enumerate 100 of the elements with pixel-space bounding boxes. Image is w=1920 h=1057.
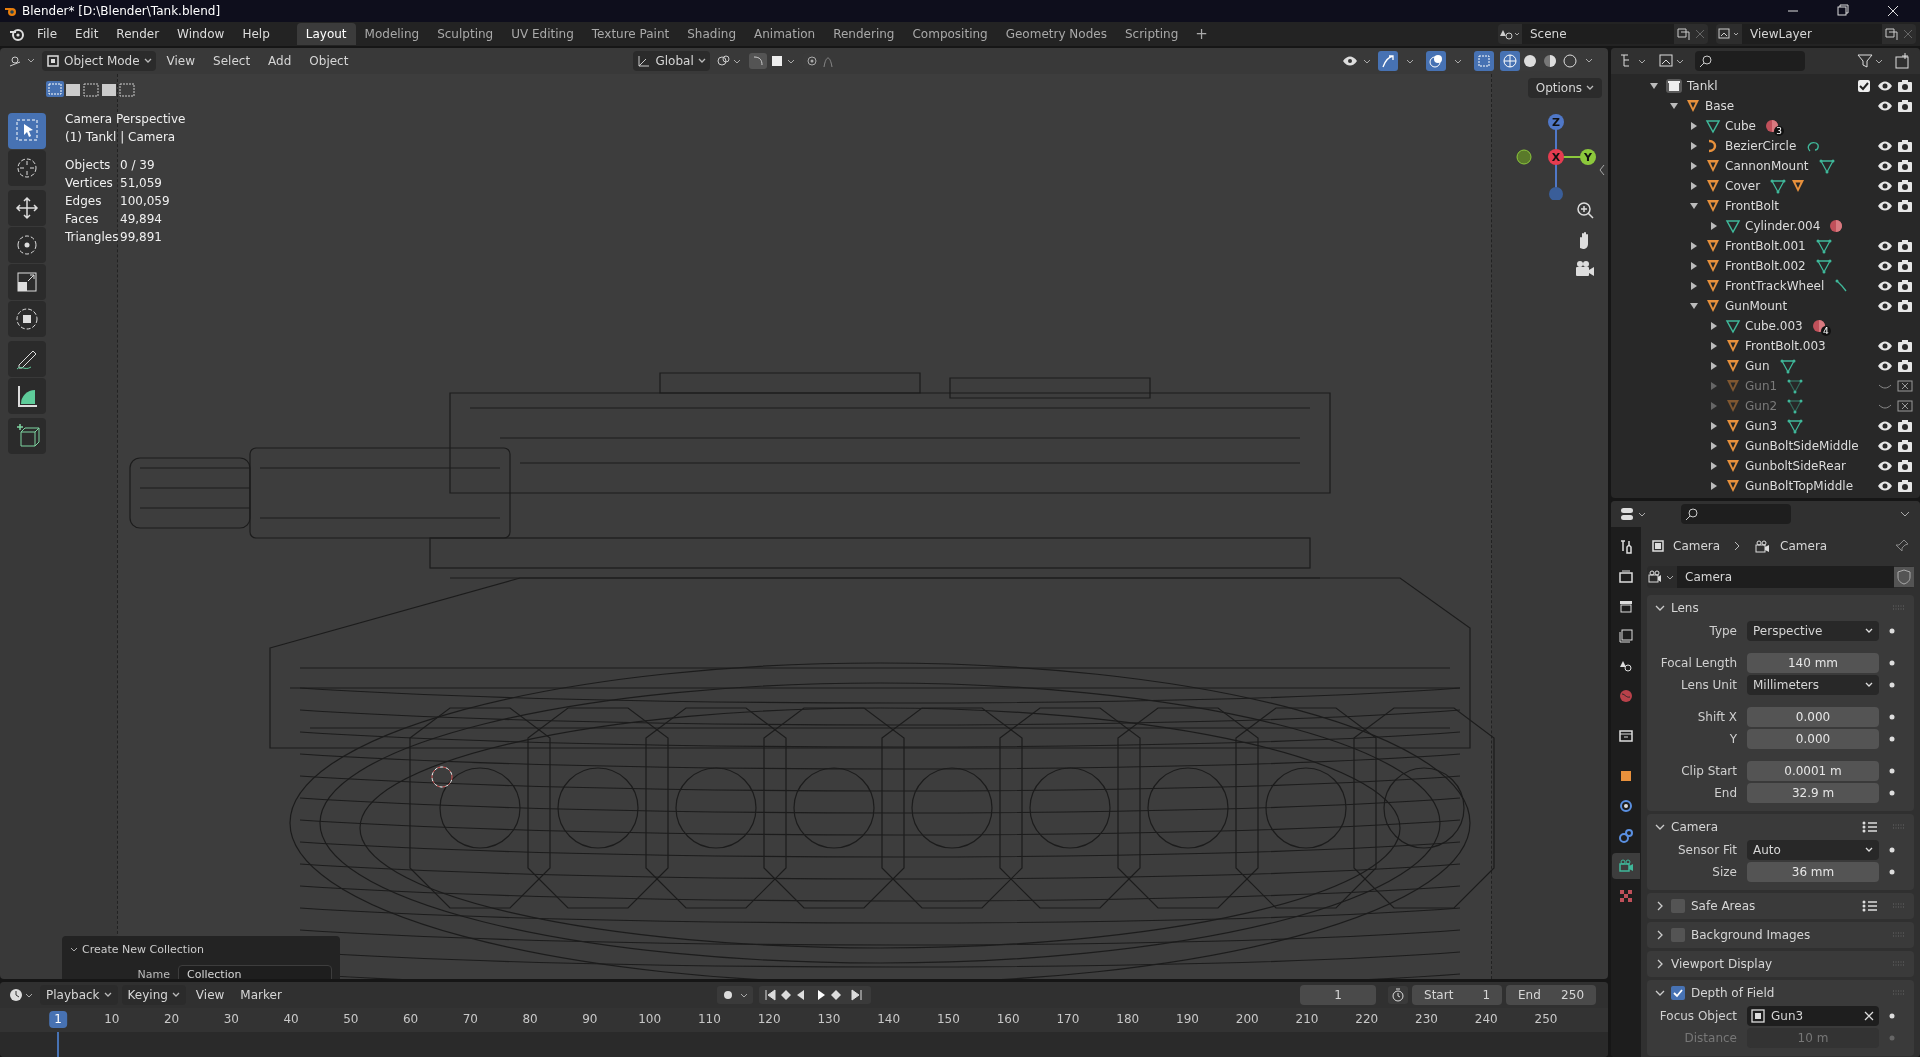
camera-icon[interactable] [1896,258,1914,274]
workspace-tab[interactable]: UV Editing [502,23,583,45]
workspace-tab[interactable]: Rendering [824,23,904,45]
chevron-icon[interactable] [1655,822,1665,832]
orientation-dropdown[interactable]: Global [633,51,710,71]
presets-icon[interactable] [1862,899,1878,913]
menu-item[interactable]: Object [302,52,356,70]
checkbox[interactable] [1671,986,1685,1000]
workspace-tab[interactable]: Sculpting [428,23,503,45]
expand-toggle-icon[interactable] [1709,321,1719,331]
expand-toggle-icon[interactable] [1709,441,1719,451]
camera-icon[interactable] [1896,238,1914,254]
outliner-item[interactable]: Tankl [1687,77,1718,95]
menu-item[interactable]: View [189,985,231,1005]
outliner-item[interactable]: GunBoltTopMiddle [1745,477,1853,495]
expand-toggle-icon[interactable] [1689,121,1699,131]
selection-mode-icon[interactable] [45,80,137,98]
tool-button[interactable] [8,301,46,337]
workspace-tab[interactable]: Animation [745,23,825,45]
outliner-item[interactable]: Cover [1725,177,1761,195]
chevron-icon[interactable] [1655,930,1665,940]
camera-icon[interactable] [1896,158,1914,174]
start-frame-field[interactable]: Start 1 [1412,985,1502,1005]
menu-item[interactable]: Marker [234,985,288,1005]
camera-icon[interactable] [1896,178,1914,194]
tool-button[interactable] [8,341,46,377]
panel-title[interactable]: Depth of Field [1691,984,1886,1002]
breadcrumb-item[interactable]: Camera [1780,537,1886,555]
expand-toggle-icon[interactable] [1689,241,1699,251]
expand-toggle-icon[interactable] [1709,481,1719,491]
number-field[interactable]: 36 mm [1747,862,1879,882]
outliner-item[interactable]: Gun2 [1745,397,1778,415]
outliner-item[interactable]: GunBoltSideMiddle [1745,437,1859,455]
panel-title[interactable]: Safe Areas [1691,897,1856,915]
panel-title[interactable]: Camera [1671,818,1856,836]
camera-icon[interactable] [1896,458,1914,474]
camera-icon[interactable] [1896,418,1914,434]
menu-item[interactable]: Select [206,52,258,70]
camera-icon[interactable] [1896,358,1914,374]
outliner-item[interactable]: CannonMount [1725,157,1809,175]
menu-item[interactable]: Help [235,24,277,44]
expand-toggle-icon[interactable] [1689,161,1699,171]
collapse-icon[interactable] [1598,164,1606,176]
number-field[interactable]: 0.000 [1747,707,1879,727]
object-field[interactable]: Gun3 [1747,1006,1879,1026]
dropdown[interactable]: Auto [1747,840,1879,860]
tool-button[interactable] [8,418,46,454]
add-workspace-button[interactable]: + [1187,22,1216,46]
playback-controls-icon[interactable] [758,985,871,1005]
outliner-item[interactable]: FrontTrackWheel [1725,277,1825,295]
options-dropdown[interactable]: Options [1527,78,1602,98]
expand-toggle-icon[interactable] [1689,301,1699,311]
outliner-item[interactable]: Cube.003 [1745,317,1803,335]
tool-button[interactable] [8,227,46,263]
chevron-icon[interactable] [1655,603,1665,613]
view-layer-field[interactable]: ViewLayer [1742,24,1882,44]
menu-item[interactable]: Edit [68,24,106,44]
number-field[interactable]: 0.000 [1747,729,1879,749]
tool-button[interactable] [8,190,46,226]
camera-icon[interactable] [1896,98,1914,114]
pin-icon[interactable] [1894,538,1910,554]
outliner-item[interactable]: Gun1 [1745,377,1778,395]
chevron-icon[interactable] [1655,988,1665,998]
checkbox[interactable] [1671,928,1685,942]
expand-toggle-icon[interactable] [1689,181,1699,191]
panel-title[interactable]: Lens [1671,599,1886,617]
menu-item[interactable]: View [159,52,203,70]
presets-icon[interactable] [1862,820,1878,834]
workspace-tab[interactable]: Layout [296,23,356,45]
menu-item[interactable]: Playback [40,985,118,1005]
outliner-item[interactable]: GunboltSideRear [1745,457,1846,475]
clear-icon[interactable] [1863,1010,1875,1022]
panel-title[interactable]: Viewport Display [1671,955,1886,973]
outliner-item[interactable]: Cube [1725,117,1756,135]
breadcrumb-item[interactable]: Camera [1673,537,1721,555]
menu-item[interactable]: Window [170,24,232,44]
outliner-item[interactable]: FrontBolt.003 [1745,337,1826,355]
expand-toggle-icon[interactable] [1709,401,1719,411]
expand-toggle-icon[interactable] [1649,81,1659,91]
current-frame-field[interactable]: 1 [1300,985,1376,1005]
dropdown[interactable]: Perspective [1747,621,1879,641]
workspace-tab[interactable]: Geometry Nodes [996,23,1116,45]
copy-icon[interactable] [1882,26,1900,42]
outliner-item[interactable]: FrontBolt.001 [1725,237,1806,255]
expand-toggle-icon[interactable] [1709,381,1719,391]
stopwatch-icon[interactable] [1388,985,1408,1005]
outliner-item[interactable]: Base [1705,97,1735,115]
expand-toggle-icon[interactable] [1689,281,1699,291]
outliner-item[interactable]: FrontBolt [1725,197,1779,215]
outliner-item[interactable]: FrontBolt.002 [1725,257,1806,275]
workspace-tab[interactable]: Texture Paint [582,23,679,45]
menu-item[interactable]: Add [261,52,299,70]
copy-icon[interactable] [1674,26,1692,42]
expand-toggle-icon[interactable] [1689,141,1699,151]
expand-toggle-icon[interactable] [1709,221,1719,231]
camera-icon[interactable] [1896,198,1914,214]
menu-item[interactable]: File [30,24,65,44]
checkbox[interactable] [1671,899,1685,913]
workspace-tab[interactable]: Compositing [903,23,997,45]
camera-icon[interactable] [1896,278,1914,294]
